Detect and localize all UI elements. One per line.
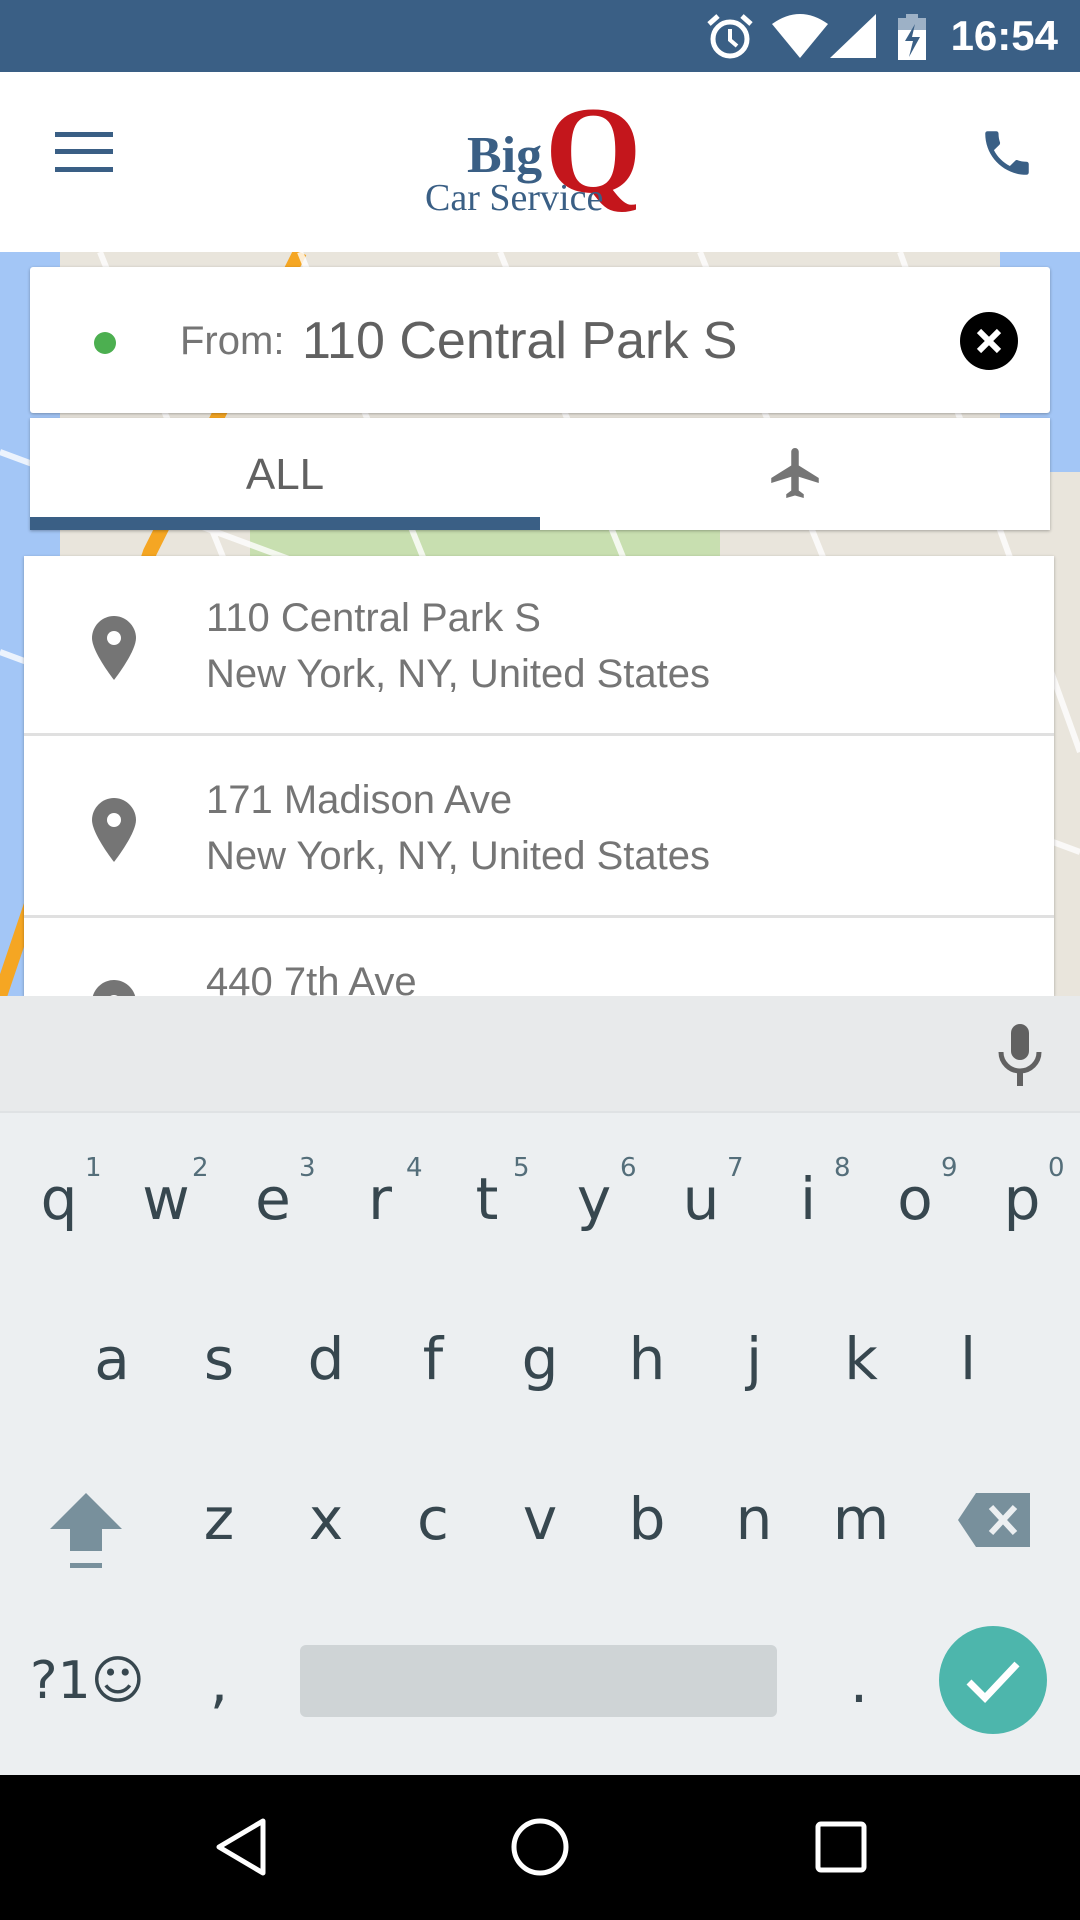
shift-icon[interactable] (50, 1493, 122, 1573)
enter-key[interactable] (939, 1626, 1047, 1734)
key-hint: 6 (620, 1153, 637, 1183)
key-d[interactable]: d (272, 1325, 380, 1393)
list-item[interactable]: 110 Central Park S New York, NY, United … (24, 556, 1054, 736)
key-j[interactable]: j (700, 1325, 808, 1393)
key-hint: 5 (513, 1153, 530, 1183)
clear-icon[interactable] (960, 312, 1018, 370)
tab-all[interactable]: ALL (30, 418, 540, 530)
period-key[interactable]: . (805, 1648, 913, 1716)
list-item[interactable]: 171 Madison Ave New York, NY, United Sta… (24, 738, 1054, 918)
key-s[interactable]: s (165, 1325, 273, 1393)
backspace-icon[interactable] (958, 1493, 1030, 1547)
pickup-search-field[interactable]: From: 110 Central Park S (30, 267, 1050, 413)
key-hint: 1 (85, 1153, 102, 1183)
navigation-bar (0, 1775, 1080, 1920)
app-header: Big Q Car Service (0, 72, 1080, 252)
location-pin-icon (92, 980, 136, 996)
location-pin-icon (92, 798, 136, 862)
key-h[interactable]: h (593, 1325, 701, 1393)
signal-icon (830, 14, 876, 58)
status-bar: 16:54 (0, 0, 1080, 72)
menu-icon[interactable] (55, 132, 113, 172)
key-b[interactable]: b (593, 1485, 701, 1553)
key-x[interactable]: x (272, 1485, 380, 1553)
tab-bar: ALL (30, 418, 1050, 530)
tab-airport[interactable] (540, 418, 1050, 530)
key-k[interactable]: k (807, 1325, 915, 1393)
keyboard-suggestion-bar (0, 996, 1080, 1113)
symbols-key[interactable]: ?1☺ (30, 1651, 145, 1711)
key-m[interactable]: m (807, 1485, 915, 1553)
battery-charging-icon (898, 14, 926, 60)
key-z[interactable]: z (165, 1485, 273, 1553)
keyboard: ?1☺ , . q1w2e3r4t5y6u7i8o9p0asdfghjklzxc… (0, 1113, 1080, 1775)
comma-key[interactable]: , (165, 1648, 273, 1716)
airplane-icon (771, 448, 819, 498)
key-hint: 3 (299, 1153, 316, 1183)
key-hint: 9 (941, 1153, 958, 1183)
key-g[interactable]: g (486, 1325, 594, 1393)
key-a[interactable]: a (58, 1325, 166, 1393)
origin-dot-icon (94, 332, 116, 354)
from-label: From: (180, 319, 285, 363)
home-icon[interactable] (510, 1817, 570, 1877)
key-hint: 7 (727, 1153, 744, 1183)
from-input-value[interactable]: 110 Central Park S (302, 311, 737, 371)
microphone-icon[interactable] (995, 1024, 1045, 1086)
logo: Big Q Car Service (425, 82, 642, 219)
back-icon[interactable] (215, 1817, 267, 1877)
phone-icon[interactable] (978, 124, 1036, 182)
key-n[interactable]: n (700, 1485, 808, 1553)
clock: 16:54 (950, 12, 1058, 59)
list-item[interactable]: 440 7th Ave (24, 920, 1054, 996)
recents-icon[interactable] (815, 1821, 867, 1873)
space-bar[interactable] (300, 1645, 777, 1717)
location-pin-icon (92, 616, 136, 680)
key-l[interactable]: l (914, 1325, 1022, 1393)
tab-indicator (30, 517, 540, 530)
alarm-icon (707, 14, 753, 59)
key-hint: 2 (192, 1153, 209, 1183)
wifi-icon (772, 14, 828, 58)
key-hint: 0 (1048, 1153, 1065, 1183)
key-hint: 4 (406, 1153, 423, 1183)
key-hint: 8 (834, 1153, 851, 1183)
key-f[interactable]: f (379, 1325, 487, 1393)
key-c[interactable]: c (379, 1485, 487, 1553)
key-v[interactable]: v (486, 1485, 594, 1553)
results-list: 110 Central Park S New York, NY, United … (24, 556, 1054, 996)
